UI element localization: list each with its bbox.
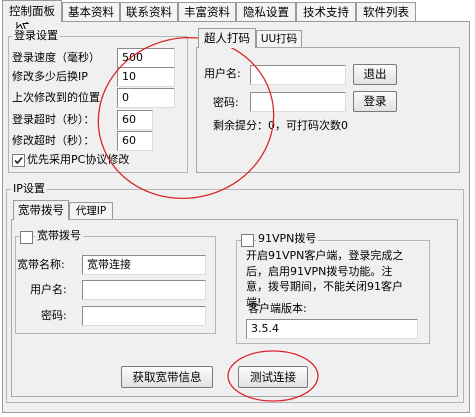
- annotation-circle-large: [97, 36, 275, 200]
- tab-control-panel[interactable]: 控制面板: [2, 0, 62, 22]
- tab-broadband-dial[interactable]: 宽带拨号: [13, 200, 69, 220]
- annotation-circles: [97, 36, 319, 402]
- annotation-circle-small: [227, 350, 319, 402]
- tab-chaoren-captcha[interactable]: 超人打码: [198, 28, 256, 48]
